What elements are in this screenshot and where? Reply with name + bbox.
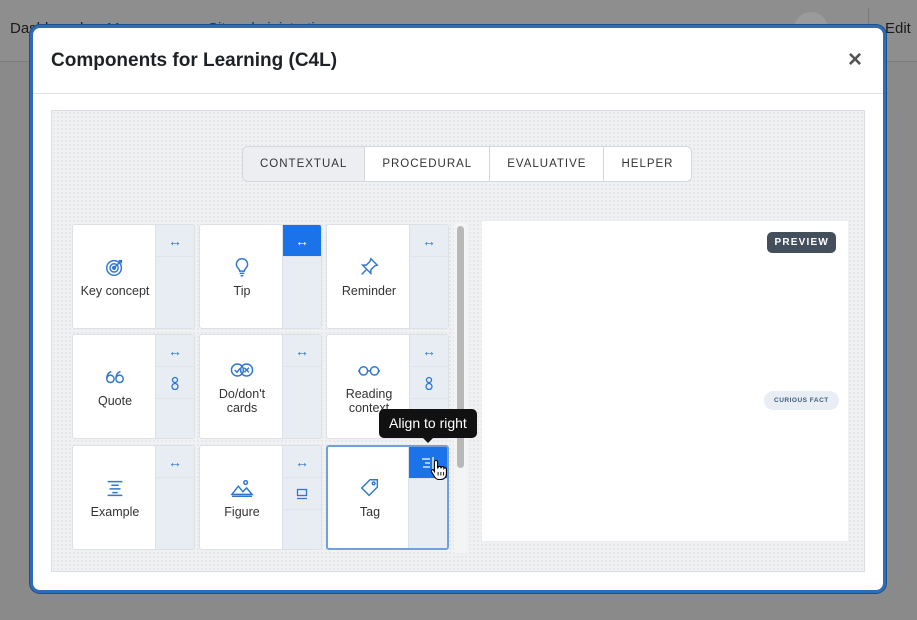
component-options: ↔ — [282, 335, 321, 438]
component-label: Tag — [359, 504, 381, 519]
preview-badge: PREVIEW — [767, 232, 836, 253]
tab-contextual[interactable]: CONTEXTUAL — [243, 147, 366, 181]
arrows-horizontal-icon: ↔ — [168, 342, 182, 359]
component-options: ↔ — [155, 225, 194, 328]
component-key-concept[interactable]: Key concept ↔ — [72, 224, 195, 329]
component-main[interactable]: Figure — [200, 446, 284, 549]
modal-header: Components for Learning (C4L) × — [33, 28, 883, 94]
person-variant-button[interactable] — [410, 367, 448, 399]
component-main[interactable]: Example — [73, 446, 157, 549]
c4l-modal: Components for Learning (C4L) × CONTEXTU… — [30, 25, 886, 593]
component-main[interactable]: Do/don't cards — [200, 335, 284, 438]
full-width-button[interactable]: ↔ — [283, 446, 321, 478]
tag-icon — [360, 478, 379, 496]
modal-title: Components for Learning (C4L) — [51, 50, 338, 71]
component-options: ↔ — [282, 225, 321, 328]
component-grid: Key concept ↔ Tip ↔ Reminder ↔ Quote ↔ D… — [72, 224, 452, 554]
full-width-button[interactable]: ↔ — [410, 335, 448, 367]
full-width-button[interactable]: ↔ — [156, 225, 194, 257]
arrows-horizontal-icon: ↔ — [422, 342, 436, 359]
component-main[interactable]: Tip — [200, 225, 284, 328]
arrows-horizontal-icon: ↔ — [422, 232, 436, 249]
person-icon — [425, 376, 433, 390]
component-label: Reminder — [341, 283, 397, 298]
component-main[interactable]: Key concept — [73, 225, 157, 328]
component-options: ↔ — [282, 446, 321, 549]
check-cross-icon — [230, 362, 254, 377]
component-options: ↔ — [409, 225, 448, 328]
preview-tag: CURIOUS FACT — [764, 391, 839, 410]
component-label: Quote — [97, 393, 133, 408]
full-width-button[interactable]: ↔ — [283, 225, 321, 257]
component-figure[interactable]: Figure ↔ — [199, 445, 322, 550]
component-main[interactable]: Tag — [328, 447, 412, 548]
align-center-icon — [107, 480, 123, 496]
component-main[interactable]: Quote — [73, 335, 157, 438]
hand-cursor-icon — [430, 459, 447, 481]
component-main[interactable]: Reminder — [327, 225, 411, 328]
tab-evaluative[interactable]: EVALUATIVE — [490, 147, 605, 181]
full-width-button[interactable]: ↔ — [156, 335, 194, 367]
arrows-horizontal-icon: ↔ — [295, 232, 309, 249]
component-quote[interactable]: Quote ↔ — [72, 334, 195, 439]
tooltip: Align to right — [379, 409, 477, 438]
lightbulb-icon — [235, 257, 249, 276]
caption-icon — [296, 488, 308, 499]
component-label: Example — [90, 504, 140, 519]
close-button[interactable]: × — [845, 48, 865, 72]
category-tabs: CONTEXTUAL PROCEDURAL EVALUATIVE HELPER — [242, 146, 692, 182]
quote-icon — [106, 370, 124, 383]
person-icon — [171, 376, 179, 390]
arrows-horizontal-icon: ↔ — [168, 232, 182, 249]
component-label: Key concept — [80, 283, 150, 298]
tooltip-arrow — [422, 437, 434, 443]
component-do-dont-cards[interactable]: Do/don't cards ↔ — [199, 334, 322, 439]
person-variant-button[interactable] — [156, 367, 194, 399]
component-label: Tip — [233, 283, 251, 298]
caption-variant-button[interactable] — [283, 478, 321, 510]
target-icon — [106, 259, 123, 276]
edit-mode-label: Edit — [885, 20, 911, 37]
arrows-horizontal-icon: ↔ — [295, 342, 309, 359]
landscape-icon — [230, 479, 254, 497]
component-options: ↔ — [155, 335, 194, 438]
component-tip[interactable]: Tip ↔ — [199, 224, 322, 329]
arrows-horizontal-icon: ↔ — [295, 453, 309, 470]
tab-helper[interactable]: HELPER — [604, 147, 691, 181]
pushpin-icon — [360, 256, 379, 275]
component-example[interactable]: Example ↔ — [72, 445, 195, 550]
component-reminder[interactable]: Reminder ↔ — [326, 224, 449, 329]
tab-procedural[interactable]: PROCEDURAL — [365, 147, 491, 181]
arrows-horizontal-icon: ↔ — [168, 453, 182, 470]
full-width-button[interactable]: ↔ — [283, 335, 321, 367]
glasses-icon — [358, 365, 380, 376]
component-options: ↔ — [155, 446, 194, 549]
component-label: Figure — [224, 504, 260, 519]
full-width-button[interactable]: ↔ — [156, 446, 194, 478]
grid-scrollbar[interactable] — [454, 223, 467, 553]
component-panel: CONTEXTUAL PROCEDURAL EVALUATIVE HELPER … — [51, 110, 865, 572]
component-label: Do/don't cards — [218, 386, 266, 415]
preview-area: PREVIEW CURIOUS FACT — [482, 221, 848, 541]
full-width-button[interactable]: ↔ — [410, 225, 448, 257]
